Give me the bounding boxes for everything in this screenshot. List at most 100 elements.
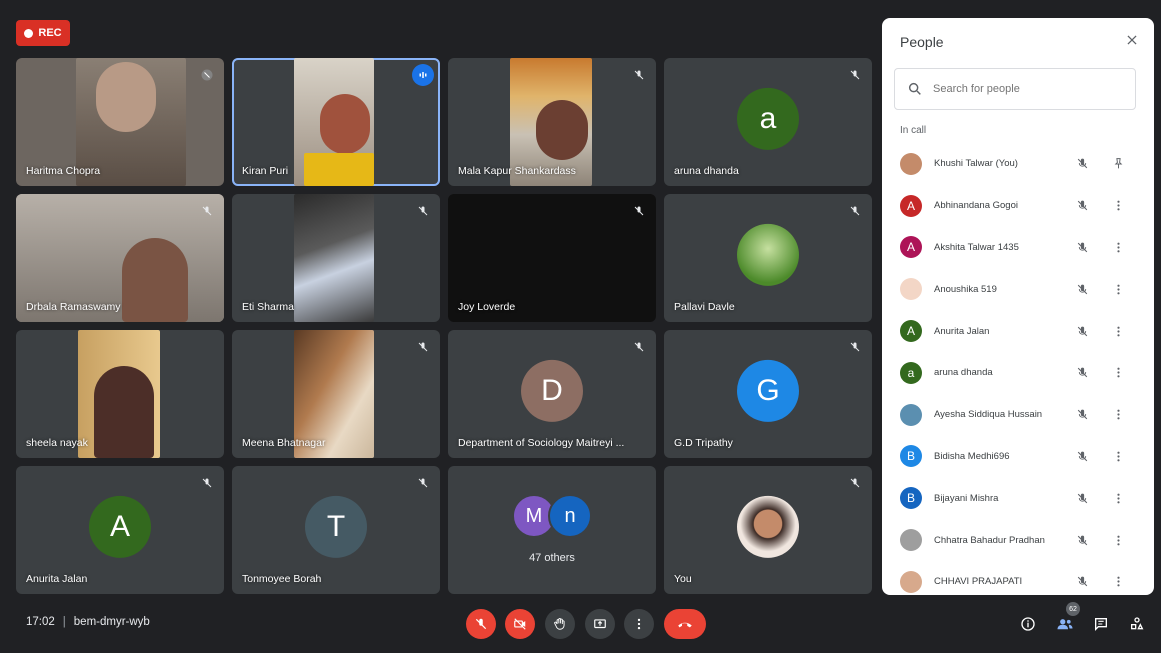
mic-off-icon: [846, 202, 864, 220]
leave-call-button[interactable]: [664, 609, 706, 639]
others-count: 47 others: [529, 552, 575, 564]
speaking-indicator-icon: [412, 64, 434, 86]
participant-row[interactable]: Anoushika 519: [882, 268, 1154, 310]
meeting-time: 17:02: [26, 616, 55, 628]
participant-tile[interactable]: G G.D Tripathy: [664, 330, 872, 458]
participant-tile[interactable]: Drbala Ramaswamy: [16, 194, 224, 322]
activities-button[interactable]: [1127, 614, 1147, 634]
mic-off-icon: [1074, 239, 1090, 255]
participant-tile[interactable]: Pallavi Davle: [664, 194, 872, 322]
more-options-icon[interactable]: [1110, 323, 1126, 339]
divider: |: [62, 616, 66, 628]
mic-off-icon: [414, 338, 432, 356]
avatar: a: [900, 361, 922, 384]
avatar: B: [900, 487, 922, 510]
participant-row[interactable]: A Anurita Jalan: [882, 310, 1154, 352]
more-options-icon[interactable]: [1110, 239, 1126, 255]
search-input[interactable]: [931, 82, 1125, 96]
participant-name: Department of Sociology Maitreyi ...: [458, 437, 625, 449]
participant-row[interactable]: A Akshita Talwar 1435: [882, 227, 1154, 269]
more-options-icon[interactable]: [1110, 365, 1126, 381]
participant-tile[interactable]: T Tonmoyee Borah: [232, 466, 440, 594]
participant-tile[interactable]: Meena Bhatnagar: [232, 330, 440, 458]
more-options-icon[interactable]: [1110, 448, 1126, 464]
participant-face: [94, 366, 154, 458]
mic-off-icon: [630, 202, 648, 220]
participant-row[interactable]: a aruna dhanda: [882, 352, 1154, 394]
participant-tile[interactable]: Joy Loverde: [448, 194, 656, 322]
end-call-icon: [678, 622, 692, 628]
participant-avatar: T: [305, 495, 367, 558]
recording-badge: REC: [16, 20, 70, 46]
chat-button[interactable]: [1091, 614, 1111, 634]
participant-count-badge: 62: [1066, 602, 1080, 616]
mic-off-icon: [198, 66, 216, 84]
more-options-icon[interactable]: [1110, 281, 1126, 297]
mic-off-icon: [475, 618, 487, 630]
participant-video: [294, 194, 374, 322]
avatar: A: [900, 236, 922, 259]
participant-tile[interactable]: a aruna dhanda: [664, 58, 872, 186]
pin-icon[interactable]: [1110, 156, 1126, 172]
participant-row[interactable]: B Bijayani Mishra: [882, 477, 1154, 519]
avatar: [900, 403, 922, 426]
participant-name: G.D Tripathy: [674, 437, 733, 449]
participant-name: You: [674, 573, 692, 585]
mic-off-icon: [198, 202, 216, 220]
participant-name: Mala Kapur Shankardass: [458, 165, 576, 177]
participant-face: [536, 100, 588, 160]
participant-tile[interactable]: Eti Sharma: [232, 194, 440, 322]
participant-shirt: [304, 153, 374, 186]
participant-face: [96, 62, 156, 132]
self-avatar-photo: [737, 495, 799, 558]
mic-off-icon: [1074, 281, 1090, 297]
present-button[interactable]: [585, 609, 615, 639]
participant-name: Akshita Talwar 1435: [934, 241, 1019, 253]
participant-name: Bijayani Mishra: [934, 492, 999, 504]
participant-row[interactable]: B Bidisha Medhi696: [882, 436, 1154, 478]
participant-row[interactable]: Khushi Talwar (You): [882, 143, 1154, 185]
people-panel: People In call Khushi Talwar (You) A Abhin…: [882, 18, 1154, 595]
more-options-icon[interactable]: [1110, 198, 1126, 214]
search-people[interactable]: [894, 68, 1136, 110]
participant-row[interactable]: Chhatra Bahadur Pradhan: [882, 519, 1154, 561]
participant-tile[interactable]: sheela nayak: [16, 330, 224, 458]
participant-row[interactable]: Ayesha Siddiqua Hussain: [882, 394, 1154, 436]
participant-grid: Haritma Chopra Kiran Puri Mala Kapur Sha…: [16, 58, 872, 594]
participant-name: Meena Bhatnagar: [242, 437, 326, 449]
avatar: A: [900, 320, 922, 343]
participant-tile[interactable]: Kiran Puri: [232, 58, 440, 186]
participant-tile[interactable]: A Anurita Jalan: [16, 466, 224, 594]
mic-off-icon: [1074, 532, 1090, 548]
more-options-icon[interactable]: [1110, 532, 1126, 548]
participant-avatar: A: [89, 495, 151, 558]
raise-hand-button[interactable]: [545, 609, 575, 639]
participant-tile[interactable]: D Department of Sociology Maitreyi ...: [448, 330, 656, 458]
more-options-button[interactable]: [624, 609, 654, 639]
activities-icon: [1131, 617, 1144, 630]
participant-tile[interactable]: Mala Kapur Shankardass: [448, 58, 656, 186]
participant-row[interactable]: CHHAVI PRAJAPATI: [882, 561, 1154, 595]
mic-toggle-button[interactable]: [466, 609, 496, 639]
participant-row[interactable]: A Abhinandana Gogoi: [882, 185, 1154, 227]
recording-label: REC: [38, 27, 62, 39]
meeting-details-button[interactable]: [1018, 614, 1038, 634]
others-avatars: M n: [512, 494, 592, 538]
camera-toggle-button[interactable]: [505, 609, 535, 639]
participant-name: Anurita Jalan: [26, 573, 88, 585]
avatar: [900, 570, 922, 593]
more-options-icon[interactable]: [1110, 574, 1126, 590]
people-list: Khushi Talwar (You) A Abhinandana Gogoi A Ak…: [882, 143, 1154, 595]
mic-off-icon: [1074, 448, 1090, 464]
close-icon[interactable]: [1122, 30, 1142, 50]
more-options-icon[interactable]: [1110, 407, 1126, 423]
mic-off-icon: [846, 338, 864, 356]
people-button[interactable]: [1055, 614, 1075, 634]
others-tile[interactable]: M n 47 others: [448, 466, 656, 594]
participant-avatar: G: [737, 359, 799, 422]
more-options-icon[interactable]: [1110, 490, 1126, 506]
participant-tile[interactable]: Haritma Chopra: [16, 58, 224, 186]
mic-off-icon: [1074, 156, 1090, 172]
participant-face: [122, 238, 188, 322]
self-tile[interactable]: You: [664, 466, 872, 594]
